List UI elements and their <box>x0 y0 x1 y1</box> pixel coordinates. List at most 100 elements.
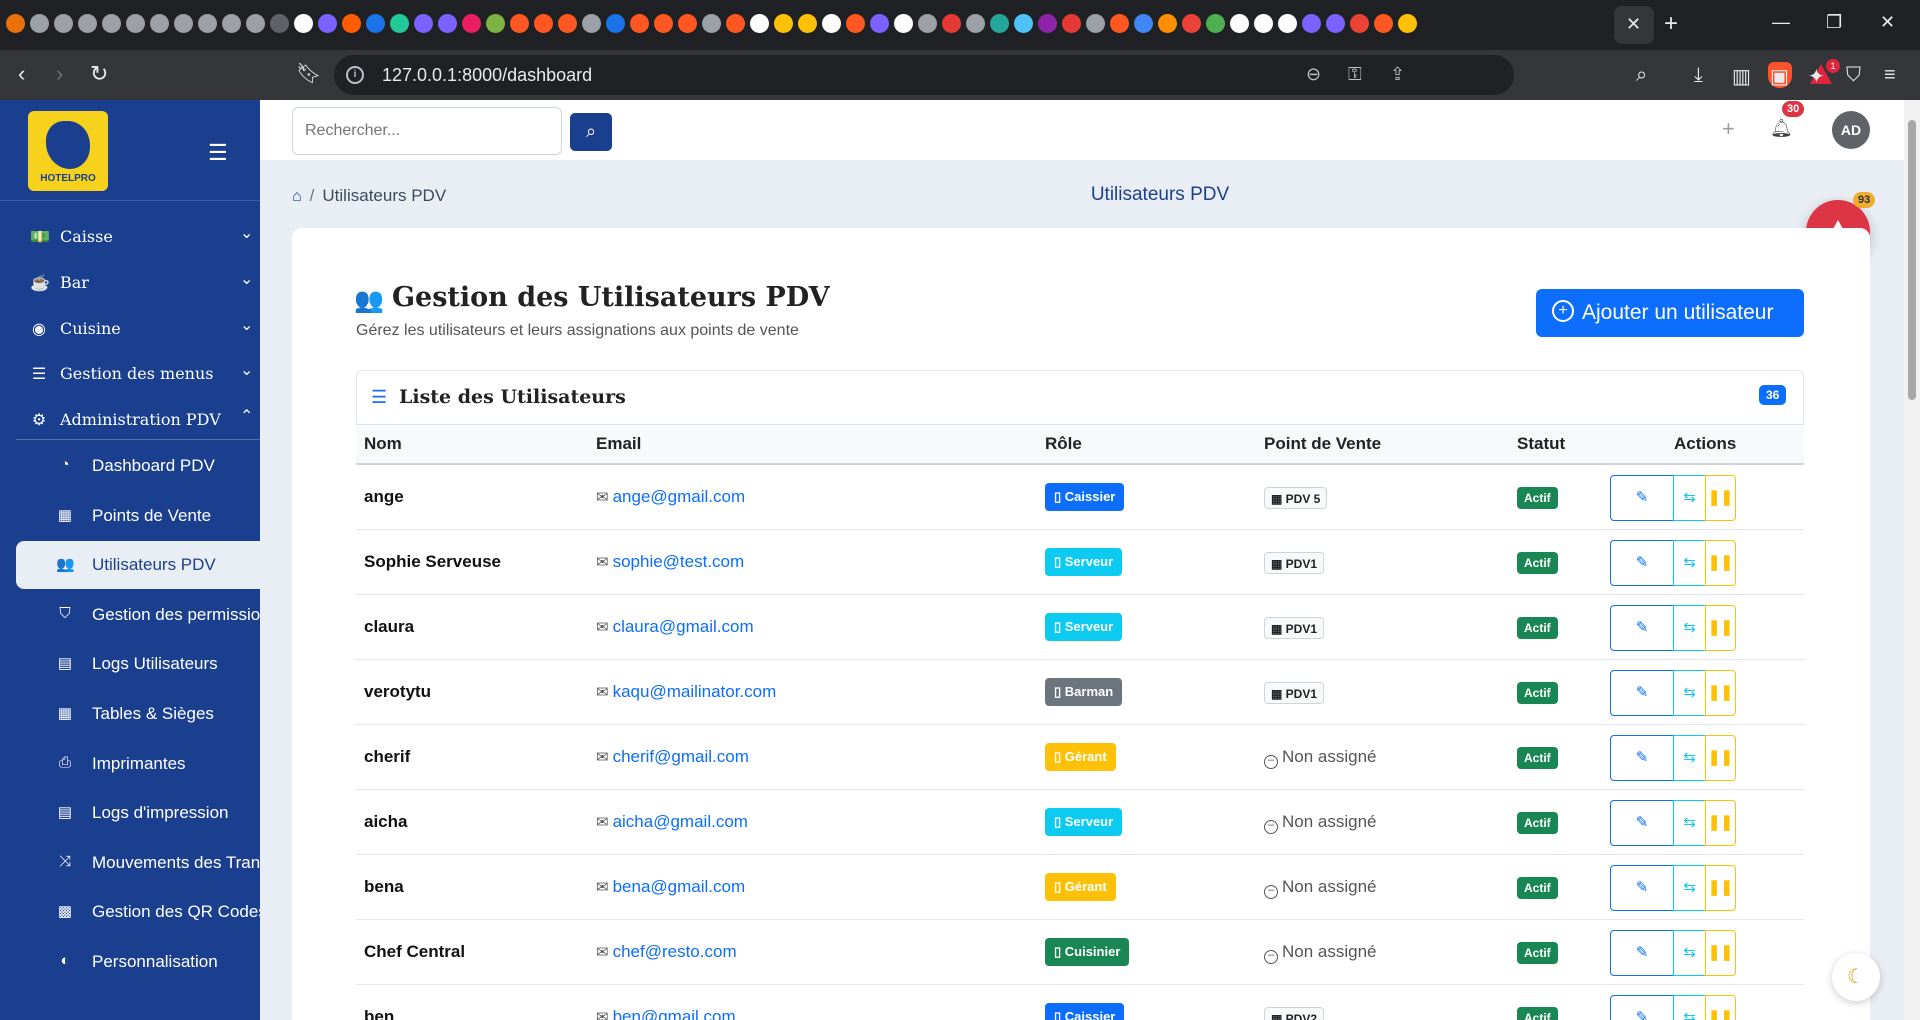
tab-favicon-icon[interactable] <box>1374 14 1393 33</box>
user-email[interactable]: ✉ bena@gmail.com <box>596 877 745 897</box>
reassign-button[interactable]: ⇆ <box>1673 800 1706 846</box>
edit-button[interactable]: ✎ <box>1610 735 1674 781</box>
tab-favicon-icon[interactable] <box>606 14 625 33</box>
reassign-button[interactable]: ⇆ <box>1673 540 1706 586</box>
edit-button[interactable]: ✎ <box>1610 865 1674 911</box>
tab-favicon-icon[interactable] <box>990 14 1009 33</box>
column-header-pdv[interactable]: Point de Vente <box>1264 434 1381 454</box>
reassign-button[interactable]: ⇆ <box>1673 735 1706 781</box>
tab-favicon-icon[interactable] <box>894 14 913 33</box>
share-icon[interactable]: ⇪ <box>1390 64 1405 85</box>
url-text[interactable]: 127.0.0.1:8000/dashboard <box>382 65 592 86</box>
download-icon[interactable]: ⤓ <box>1694 64 1703 87</box>
tab-favicon-icon[interactable] <box>1230 14 1249 33</box>
reassign-button[interactable]: ⇆ <box>1673 995 1706 1020</box>
back-icon[interactable]: ‹ <box>18 62 25 86</box>
sidebar-item-gestion-menus[interactable]: ☰ Gestion des menus ⌄ <box>30 359 260 389</box>
avatar[interactable]: AD <box>1832 111 1870 149</box>
edit-button[interactable]: ✎ <box>1610 930 1674 976</box>
user-email[interactable]: ✉ aicha@gmail.com <box>596 812 748 832</box>
user-email[interactable]: ✉ kaqu@mailinator.com <box>596 682 776 702</box>
window-close-icon[interactable]: ✕ <box>1880 12 1895 33</box>
tab-favicon-icon[interactable] <box>534 14 553 33</box>
active-tab[interactable]: ✕ <box>1614 6 1654 44</box>
sidebar-item-dashboard-pdv[interactable]: ◔ Dashboard PDV <box>16 442 260 490</box>
tab-favicon-icon[interactable] <box>942 14 961 33</box>
edit-button[interactable]: ✎ <box>1610 995 1674 1020</box>
sidebar-item-caisse[interactable]: 💵 Caisse ⌄ <box>30 222 260 252</box>
tab-favicon-icon[interactable] <box>1350 14 1369 33</box>
sidebar-item-gestion-permissions[interactable]: ⛉ Gestion des permissions <box>16 591 260 639</box>
caret-down-icon[interactable]: ▼ <box>1870 124 1879 134</box>
reassign-button[interactable]: ⇆ <box>1673 670 1706 716</box>
user-email[interactable]: ✉ sophie@test.com <box>596 552 744 572</box>
suspend-button[interactable]: ❚❚ <box>1705 475 1736 521</box>
tab-favicon-icon[interactable] <box>966 14 985 33</box>
edit-button[interactable]: ✎ <box>1610 605 1674 651</box>
sidebar-item-personnalisation[interactable]: ◐ Personnalisation <box>16 938 260 986</box>
tab-favicon-icon[interactable] <box>1062 14 1081 33</box>
reassign-button[interactable]: ⇆ <box>1673 475 1706 521</box>
forward-icon[interactable]: › <box>56 62 63 86</box>
close-tab-icon[interactable]: ✕ <box>1626 14 1641 35</box>
edit-button[interactable]: ✎ <box>1610 540 1674 586</box>
tab-favicon-icon[interactable] <box>582 14 601 33</box>
user-email[interactable]: ✉ ange@gmail.com <box>596 487 745 507</box>
tab-favicon-icon[interactable] <box>846 14 865 33</box>
column-header-email[interactable]: Email <box>596 434 641 454</box>
tab-favicon-icon[interactable] <box>822 14 841 33</box>
search-input[interactable] <box>292 107 562 155</box>
tab-favicon-icon[interactable] <box>1278 14 1297 33</box>
minimize-icon[interactable]: — <box>1772 12 1790 33</box>
tab-favicon-icon[interactable] <box>1206 14 1225 33</box>
leo-ai-icon[interactable]: ✦ <box>1808 64 1825 89</box>
tab-favicon-icon[interactable] <box>1086 14 1105 33</box>
tab-favicon-icon[interactable] <box>1014 14 1033 33</box>
tab-favicon-icon[interactable] <box>30 14 49 33</box>
sidebar-item-imprimantes[interactable]: ⎙ Imprimantes <box>16 740 260 788</box>
plus-icon[interactable]: + <box>1722 116 1735 142</box>
user-email[interactable]: ✉ chef@resto.com <box>596 942 737 962</box>
suspend-button[interactable]: ❚❚ <box>1705 670 1736 716</box>
tab-favicon-icon[interactable] <box>126 14 145 33</box>
home-icon[interactable]: ⌂ <box>292 188 302 205</box>
tab-favicon-icon[interactable] <box>366 14 385 33</box>
address-bar[interactable]: i 127.0.0.1:8000/dashboard ⊖ ⚿ ⇪ 1 <box>334 55 1840 95</box>
search-button[interactable]: ⌕ <box>570 113 612 151</box>
column-header-role[interactable]: Rôle <box>1045 434 1082 454</box>
user-email[interactable]: ✉ claura@gmail.com <box>596 617 754 637</box>
tab-favicon-icon[interactable] <box>414 14 433 33</box>
edit-button[interactable]: ✎ <box>1610 475 1674 521</box>
suspend-button[interactable]: ❚❚ <box>1705 995 1736 1020</box>
sidebar-search-icon[interactable]: ⌕ <box>1636 64 1647 87</box>
suspend-button[interactable]: ❚❚ <box>1705 605 1736 651</box>
tab-favicon-icon[interactable] <box>1182 14 1201 33</box>
tab-favicon-icon[interactable] <box>270 14 289 33</box>
tab-favicon-icon[interactable] <box>1254 14 1273 33</box>
dark-mode-toggle[interactable]: ☾ <box>1832 953 1880 1001</box>
suspend-button[interactable]: ❚❚ <box>1705 540 1736 586</box>
sidebar-item-bar[interactable]: ☕ Bar ⌄ <box>30 268 260 298</box>
menu-icon[interactable]: ≡ <box>1884 64 1896 87</box>
tab-favicon-icon[interactable] <box>1110 14 1129 33</box>
column-header-statut[interactable]: Statut <box>1517 434 1565 454</box>
tab-favicon-icon[interactable] <box>726 14 745 33</box>
sidebar-item-logs-utilisateurs[interactable]: ▤ Logs Utilisateurs <box>16 640 260 688</box>
key-icon[interactable]: ⚿ <box>1348 64 1362 85</box>
vpn-icon[interactable]: ⛉ <box>1846 64 1861 87</box>
site-info-icon[interactable]: i <box>346 66 364 84</box>
tab-favicon-icon[interactable] <box>798 14 817 33</box>
tab-favicon-icon[interactable] <box>222 14 241 33</box>
zoom-icon[interactable]: ⊖ <box>1306 64 1321 85</box>
bookmark-icon[interactable]: 🔖︎ <box>296 62 321 86</box>
tab-favicon-icon[interactable] <box>558 14 577 33</box>
wallet-icon[interactable]: ▣ <box>1770 64 1789 89</box>
suspend-button[interactable]: ❚❚ <box>1705 800 1736 846</box>
suspend-button[interactable]: ❚❚ <box>1705 865 1736 911</box>
tab-favicon-icon[interactable] <box>510 14 529 33</box>
tab-favicon-icon[interactable] <box>918 14 937 33</box>
suspend-button[interactable]: ❚❚ <box>1705 735 1736 781</box>
sidebar-item-logs-impression[interactable]: ▤ Logs d'impression <box>16 789 260 837</box>
tab-favicon-icon[interactable] <box>702 14 721 33</box>
tab-favicon-icon[interactable] <box>390 14 409 33</box>
